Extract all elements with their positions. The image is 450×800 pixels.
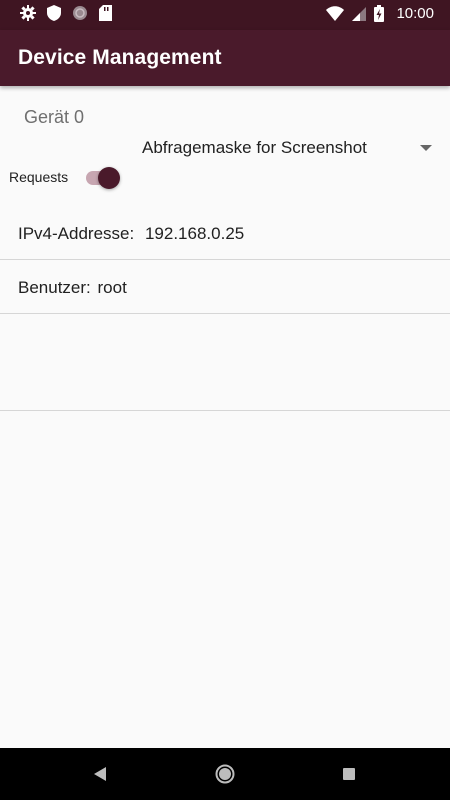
divider	[0, 313, 450, 314]
circle-icon	[73, 6, 87, 20]
status-left-icons	[20, 5, 112, 21]
user-label: Benutzer:	[18, 278, 91, 297]
app-title: Device Management	[18, 46, 222, 69]
sd-card-icon	[99, 5, 112, 21]
user-value: root	[97, 278, 127, 297]
ip-label: IPv4-Addresse:	[18, 224, 135, 243]
recents-icon[interactable]	[343, 768, 355, 780]
dropdown-value: Abfragemaske for Screenshot	[142, 138, 367, 157]
dropdown-arrow-icon	[420, 145, 432, 151]
divider	[0, 259, 450, 260]
status-bar: 10:00	[0, 0, 450, 30]
requests-label: Requests	[9, 169, 69, 185]
device-title: Gerät 0	[24, 107, 85, 127]
battery-icon	[374, 5, 385, 22]
divider	[0, 410, 450, 411]
requests-toggle[interactable]	[84, 164, 124, 190]
wifi-icon	[326, 6, 345, 21]
app-bar: Device Management	[0, 30, 450, 86]
home-icon[interactable]	[215, 764, 235, 784]
query-mask-dropdown[interactable]: Abfragemaske for Screenshot	[132, 130, 442, 166]
back-icon[interactable]	[93, 767, 107, 781]
clock: 10:00	[396, 5, 434, 22]
ip-row: IPv4-Addresse: 192.168.0.25	[18, 224, 244, 244]
navigation-bar	[0, 748, 450, 800]
shield-icon	[47, 5, 61, 21]
settings-icon	[20, 5, 36, 21]
status-right-icons: 10:00	[326, 5, 434, 22]
ip-value: 192.168.0.25	[144, 224, 245, 243]
signal-icon	[352, 6, 367, 21]
toggle-thumb	[98, 167, 120, 189]
user-row: Benutzer: root	[18, 278, 127, 298]
